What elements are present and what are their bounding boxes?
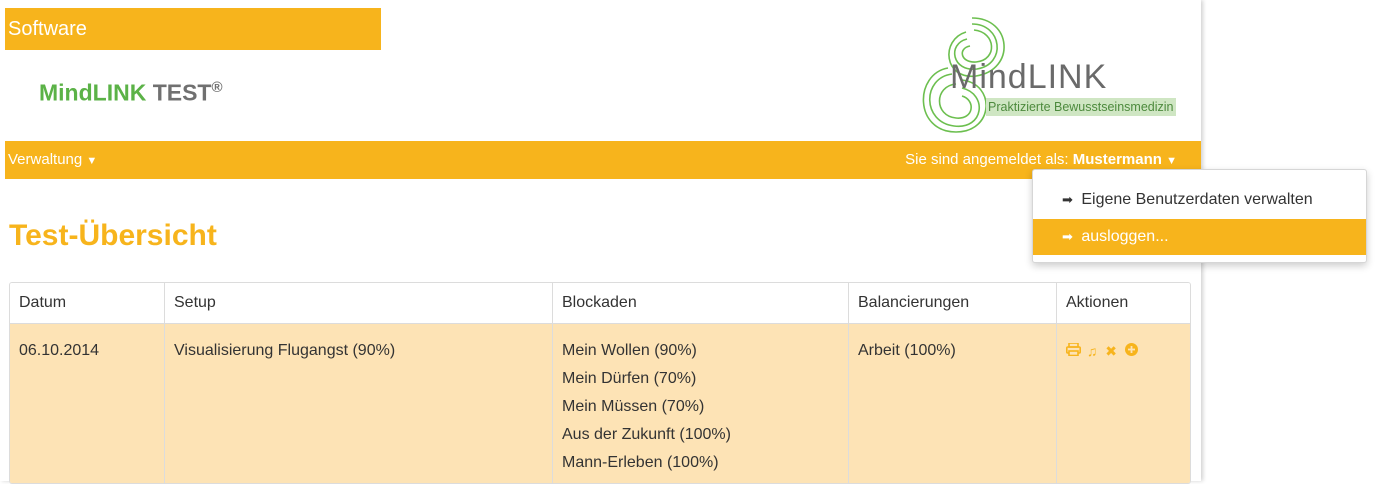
mindlink-logo: MindLINK Praktizierte Bewusstseinsmedizi… <box>912 14 1204 134</box>
sign-in-icon: ➡ <box>1062 192 1073 207</box>
column-header-blockaden[interactable]: Blockaden <box>553 283 849 324</box>
menu-item-label: Eigene Benutzerdaten verwalten <box>1081 191 1312 208</box>
logo-tagline: Praktizierte Bewusstseinsmedizin <box>986 98 1176 116</box>
blockade-item: Mann-Erleben (100%) <box>562 449 839 477</box>
blockade-item: Aus der Zukunft (100%) <box>562 421 839 449</box>
top-navbar: Verwaltung ▼ Sie sind angemeldet als: Mu… <box>5 141 1201 179</box>
table-header-row: Datum Setup Blockaden Balancierungen Akt… <box>10 283 1190 324</box>
column-header-balancierungen[interactable]: Balancierungen <box>849 283 1057 324</box>
blockade-item: Mein Wollen (90%) <box>562 337 839 365</box>
brand-title: MindLINK TEST® <box>39 79 223 107</box>
software-tab[interactable]: Software <box>5 8 381 50</box>
music-icon[interactable]: ♫ <box>1087 343 1100 359</box>
blockade-item: Mein Müssen (70%) <box>562 393 839 421</box>
column-header-datum[interactable]: Datum <box>10 283 165 324</box>
test-table: Datum Setup Blockaden Balancierungen Akt… <box>9 282 1191 484</box>
user-dropdown-menu: ➡ Eigene Benutzerdaten verwalten ➡ auslo… <box>1032 169 1367 263</box>
column-header-aktionen: Aktionen <box>1057 283 1191 324</box>
user-name: Mustermann <box>1073 151 1162 168</box>
sign-out-icon: ➡ <box>1062 229 1073 244</box>
page-container: Software MindLINK TEST® MindLINK Praktiz… <box>0 0 1201 481</box>
print-icon[interactable] <box>1066 343 1087 359</box>
cell-balancierungen: Arbeit (100%) <box>849 324 1057 484</box>
user-menu-toggle[interactable]: Mustermann ▼ <box>1073 151 1177 168</box>
cell-actions: ♫ ✖ <box>1057 324 1191 484</box>
registered-mark: ® <box>211 79 222 96</box>
blockade-item: Mein Dürfen (70%) <box>562 365 839 393</box>
menu-item-own-user-data[interactable]: ➡ Eigene Benutzerdaten verwalten <box>1033 182 1366 218</box>
cell-blockaden: Mein Wollen (90%) Mein Dürfen (70%) Mein… <box>553 324 849 484</box>
cell-setup: Visualisierung Flugangst (90%) <box>165 324 553 484</box>
logged-in-label: Sie sind angemeldet als: <box>905 151 1068 168</box>
cell-datum: 06.10.2014 <box>10 324 165 484</box>
caret-down-icon: ▼ <box>86 155 97 167</box>
logo-wordmark: MindLINK <box>950 58 1107 97</box>
verwaltung-menu[interactable]: Verwaltung ▼ <box>8 141 97 180</box>
menu-item-label: ausloggen... <box>1081 228 1168 245</box>
brand-name: MindLINK <box>39 80 146 106</box>
caret-down-icon: ▼ <box>1166 155 1177 167</box>
verwaltung-menu-label: Verwaltung <box>8 151 82 168</box>
table-row: 06.10.2014 Visualisierung Flugangst (90%… <box>10 324 1190 484</box>
delete-icon[interactable]: ✖ <box>1105 343 1119 359</box>
add-icon[interactable] <box>1125 343 1138 359</box>
action-icons: ♫ ✖ <box>1066 343 1138 359</box>
brand-suffix: TEST <box>153 80 212 106</box>
menu-item-logout[interactable]: ➡ ausloggen... <box>1033 219 1366 255</box>
column-header-setup[interactable]: Setup <box>165 283 553 324</box>
page-title: Test-Übersicht <box>9 219 217 253</box>
